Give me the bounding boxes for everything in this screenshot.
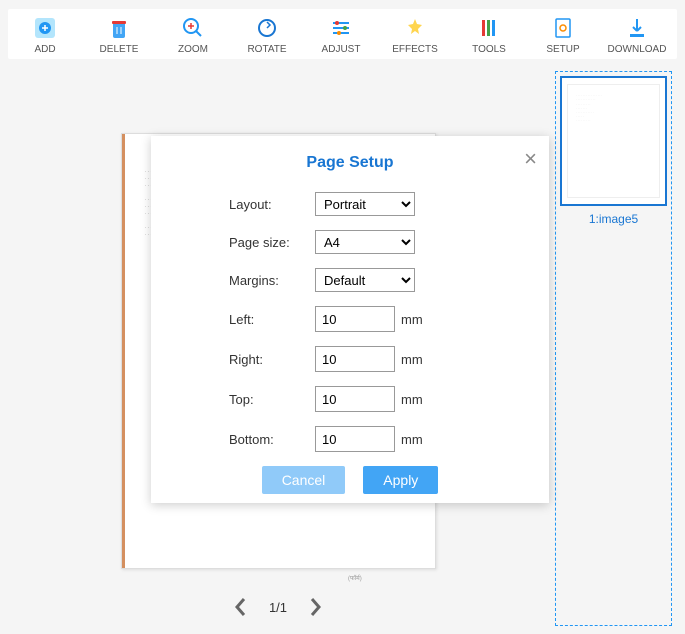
add-icon [33, 16, 57, 40]
toolbar-download[interactable]: DOWNLOAD [600, 9, 674, 59]
toolbar-setup[interactable]: SETUP [526, 9, 600, 59]
toolbar-tools[interactable]: TOOLS [452, 9, 526, 59]
bottom-input[interactable] [315, 426, 395, 452]
margins-label: Margins: [229, 273, 315, 288]
next-page-button[interactable] [305, 597, 325, 617]
preview-caption: (फॉर्म) [348, 574, 362, 582]
top-label: Top: [229, 392, 315, 407]
delete-icon [107, 16, 131, 40]
toolbar-adjust[interactable]: ADJUST [304, 9, 378, 59]
thumbnail-1[interactable]: . . . . . . . . . . . . . . . . . . . . … [560, 76, 667, 206]
modal-title: Page Setup [179, 154, 521, 172]
toolbar-rotate-label: ROTATE [247, 44, 286, 55]
pager: 1/1 [231, 597, 325, 617]
toolbar-add[interactable]: ADD [8, 9, 82, 59]
toolbar-effects-label: EFFECTS [392, 44, 438, 55]
page-size-label: Page size: [229, 235, 315, 250]
page-setup-modal: × Page Setup Layout: Portrait Page size:… [151, 136, 549, 503]
right-unit: mm [401, 352, 423, 367]
right-label: Right: [229, 352, 315, 367]
modal-close-button[interactable]: × [524, 146, 537, 172]
apply-button[interactable]: Apply [363, 466, 438, 494]
top-unit: mm [401, 392, 423, 407]
bottom-label: Bottom: [229, 432, 315, 447]
toolbar-zoom[interactable]: ZOOM [156, 9, 230, 59]
page-size-select[interactable]: A4 [315, 230, 415, 254]
zoom-icon [181, 16, 205, 40]
toolbar-adjust-label: ADJUST [322, 44, 361, 55]
toolbar-effects[interactable]: EFFECTS [378, 9, 452, 59]
setup-icon [551, 16, 575, 40]
bottom-unit: mm [401, 432, 423, 447]
left-label: Left: [229, 312, 315, 327]
top-input[interactable] [315, 386, 395, 412]
toolbar-download-label: DOWNLOAD [608, 44, 667, 55]
toolbar-delete-label: DELETE [100, 44, 139, 55]
toolbar-zoom-label: ZOOM [178, 44, 208, 55]
rotate-icon [255, 16, 279, 40]
prev-page-button[interactable] [231, 597, 251, 617]
toolbar-setup-label: SETUP [546, 44, 579, 55]
toolbar-delete[interactable]: DELETE [82, 9, 156, 59]
thumbnail-label: 1:image5 [556, 212, 671, 226]
thumbnail-content: . . . . . . . . . . . . . . . . . . . . … [567, 84, 660, 197]
toolbar-tools-label: TOOLS [472, 44, 506, 55]
right-input[interactable] [315, 346, 395, 372]
left-input[interactable] [315, 306, 395, 332]
toolbar: ADD DELETE ZOOM ROTATE ADJUST EFFECTS [8, 9, 677, 59]
layout-label: Layout: [229, 197, 315, 212]
toolbar-add-label: ADD [34, 44, 55, 55]
tools-icon [477, 16, 501, 40]
layout-select[interactable]: Portrait [315, 192, 415, 216]
cancel-button[interactable]: Cancel [262, 466, 346, 494]
pager-text: 1/1 [269, 600, 287, 615]
left-unit: mm [401, 312, 423, 327]
adjust-icon [329, 16, 353, 40]
effects-icon [403, 16, 427, 40]
toolbar-rotate[interactable]: ROTATE [230, 9, 304, 59]
download-icon [625, 16, 649, 40]
margins-select[interactable]: Default [315, 268, 415, 292]
thumbnail-sidebar: . . . . . . . . . . . . . . . . . . . . … [555, 71, 672, 626]
